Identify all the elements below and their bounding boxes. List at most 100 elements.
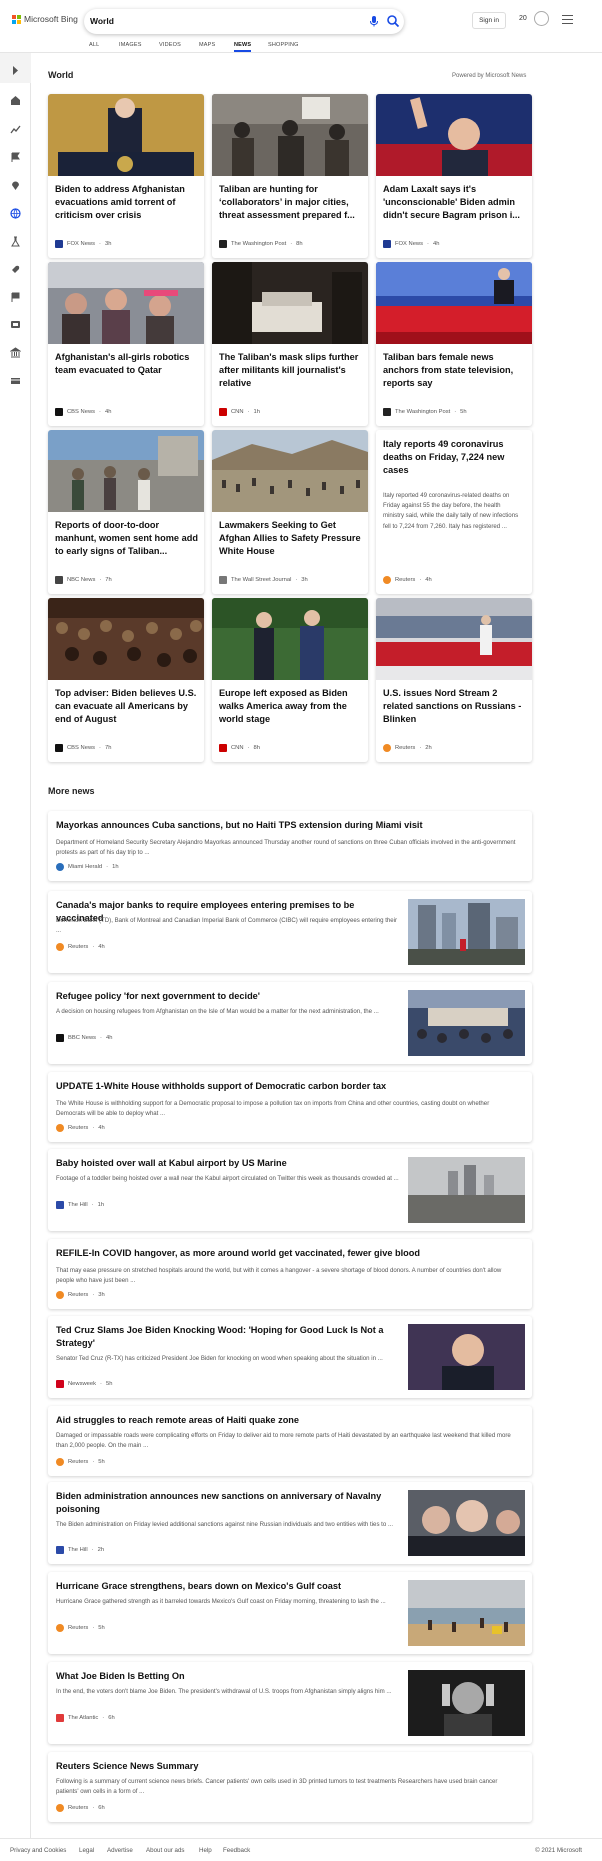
item-title[interactable]: Mayorkas announces Cuba sanctions, but n… [56,819,516,832]
item-title[interactable]: Reuters Science News Summary [56,1760,516,1773]
news-card[interactable]: U.S. issues Nord Stream 2 related sancti… [376,598,532,762]
item-title[interactable]: What Joe Biden Is Betting On [56,1670,400,1683]
search-box[interactable]: World [84,9,404,34]
more-news-item[interactable]: Hurricane Grace strengthens, bears down … [48,1572,532,1654]
card-title[interactable]: Europe left exposed as Biden walks Ameri… [219,687,363,726]
more-news-item[interactable]: Aid struggles to reach remote areas of H… [48,1406,532,1476]
card-source: The Washington Post · 5h [383,408,467,416]
tab-news[interactable]: NEWS [234,42,252,52]
science-icon[interactable] [9,235,21,247]
card-title[interactable]: Afghanistan's all-girls robotics team ev… [55,351,199,377]
more-news-item[interactable]: Mayorkas announces Cuba sanctions, but n… [48,811,532,881]
item-title[interactable]: Biden administration announces new sanct… [56,1490,400,1516]
footer-link-privacy[interactable]: Privacy and Cookies [10,1847,66,1854]
item-description: Department of Homeland Security Secretar… [56,839,516,856]
card-image-tv-studio [376,262,532,344]
news-card[interactable]: Reports of door-to-door manhunt, women s… [48,430,204,594]
item-source: The Hill · 1h [56,1201,104,1209]
flag-icon[interactable] [9,151,21,163]
card-image-biden-walking [212,598,368,680]
news-card[interactable]: Afghanistan's all-girls robotics team ev… [48,262,204,426]
more-news-item[interactable]: What Joe Biden Is Betting On In the end,… [48,1662,532,1744]
sports-flag-icon[interactable] [9,291,21,303]
item-title[interactable]: Baby hoisted over wall at Kabul airport … [56,1157,400,1170]
card-title[interactable]: Italy reports 49 coronavirus deaths on F… [383,438,527,477]
expand-icon[interactable] [9,64,21,76]
item-title[interactable]: Hurricane Grace strengthens, bears down … [56,1580,400,1593]
more-news-item[interactable]: UPDATE 1-White House withholds support o… [48,1072,532,1142]
search-input[interactable]: World [90,16,114,26]
more-news-item[interactable]: Biden administration announces new sanct… [48,1482,532,1564]
tab-maps[interactable]: MAPS [199,42,215,48]
more-news-item[interactable]: REFILE-In COVID hangover, as more around… [48,1239,532,1309]
item-description: In the end, the voters don't blame Joe B… [56,1688,392,1695]
item-source: Reuters · 4h [56,943,105,951]
search-icon[interactable] [386,14,400,28]
money-icon[interactable] [9,374,21,386]
item-title[interactable]: Aid struggles to reach remote areas of H… [56,1414,516,1427]
footer-link-legal[interactable]: Legal [79,1847,94,1854]
entertainment-icon[interactable] [9,318,21,330]
footer-link-help[interactable]: Help [199,1847,212,1854]
trending-icon[interactable] [9,123,21,135]
card-title[interactable]: Taliban bars female news anchors from st… [383,351,527,390]
the-atlantic-logo-icon [56,1714,64,1722]
microphone-icon[interactable] [368,15,380,27]
news-card[interactable]: Biden to address Afghanistan evacuations… [48,94,204,258]
bing-logo[interactable]: Microsoft Bing [12,14,78,24]
card-title[interactable]: Adam Laxalt says it's 'unconscionable' B… [383,183,527,222]
news-card[interactable]: Taliban are hunting for ‘collaborators’ … [212,94,368,258]
rewards-icon[interactable] [534,11,549,26]
tab-all[interactable]: ALL [89,42,99,48]
politics-icon[interactable] [9,346,21,358]
news-card[interactable]: Top adviser: Biden believes U.S. can eva… [48,598,204,762]
footer-link-feedback[interactable]: Feedback [223,1847,250,1854]
news-card[interactable]: Taliban bars female news anchors from st… [376,262,532,426]
home-icon[interactable] [9,94,21,106]
tab-videos[interactable]: VIDEOS [159,42,181,48]
more-news-item[interactable]: Canada's major banks to require employee… [48,891,532,973]
card-title[interactable]: Top adviser: Biden believes U.S. can eva… [55,687,199,726]
microsoft-logo-icon [12,14,21,24]
card-title[interactable]: Biden to address Afghanistan evacuations… [55,183,199,222]
cbs-news-logo-icon [55,408,63,416]
tab-images[interactable]: IMAGES [119,42,142,48]
card-image-laxalt-waving [376,94,532,176]
footer-link-advertise[interactable]: Advertise [107,1847,133,1854]
location-icon[interactable] [9,179,21,191]
card-title[interactable]: Taliban are hunting for ‘collaborators’ … [219,183,363,222]
card-title[interactable]: The Taliban's mask slips further after m… [219,351,363,390]
category-rail [0,53,31,1853]
item-source: The Atlantic · 6h [56,1714,115,1722]
sign-in-button[interactable]: Sign in [472,12,506,29]
item-title[interactable]: UPDATE 1-White House withholds support o… [56,1080,516,1093]
tab-shopping[interactable]: SHOPPING [268,42,299,48]
news-card[interactable]: Lawmakers Seeking to Get Afghan Allies t… [212,430,368,594]
news-card[interactable]: Adam Laxalt says it's 'unconscionable' B… [376,94,532,258]
item-source: BBC News · 4h [56,1034,112,1042]
item-source: Reuters · 6h [56,1804,105,1812]
more-news-item[interactable]: Ted Cruz Slams Joe Biden Knocking Wood: … [48,1316,532,1398]
card-title[interactable]: U.S. issues Nord Stream 2 related sancti… [383,687,527,726]
card-title[interactable]: Reports of door-to-door manhunt, women s… [55,519,199,558]
more-news-item[interactable]: Reuters Science News Summary Following i… [48,1752,532,1822]
item-description: Footage of a toddler being hoisted over … [56,1175,399,1182]
item-title[interactable]: Refugee policy 'for next government to d… [56,990,400,1003]
washington-post-logo-icon [383,408,391,416]
rocket-icon[interactable] [9,263,21,275]
item-title[interactable]: REFILE-In COVID hangover, as more around… [56,1247,516,1260]
news-card[interactable]: Italy reports 49 coronavirus deaths on F… [376,430,532,594]
globe-icon[interactable] [9,207,21,219]
more-news-item[interactable]: Refugee policy 'for next government to d… [48,982,532,1064]
news-card[interactable]: Europe left exposed as Biden walks Ameri… [212,598,368,762]
footer-link-about-ads[interactable]: About our ads [146,1847,185,1854]
rewards-count[interactable]: 20 [519,15,527,22]
menu-icon[interactable] [562,15,573,24]
card-title[interactable]: Lawmakers Seeking to Get Afghan Allies t… [219,519,363,558]
news-card[interactable]: The Taliban's mask slips further after m… [212,262,368,426]
item-source: Reuters · 5h [56,1624,105,1632]
more-news-item[interactable]: Baby hoisted over wall at Kabul airport … [48,1149,532,1231]
card-image-taliban-fighters [212,94,368,176]
item-title[interactable]: Ted Cruz Slams Joe Biden Knocking Wood: … [56,1324,400,1350]
card-source: CNN · 1h [219,408,260,416]
